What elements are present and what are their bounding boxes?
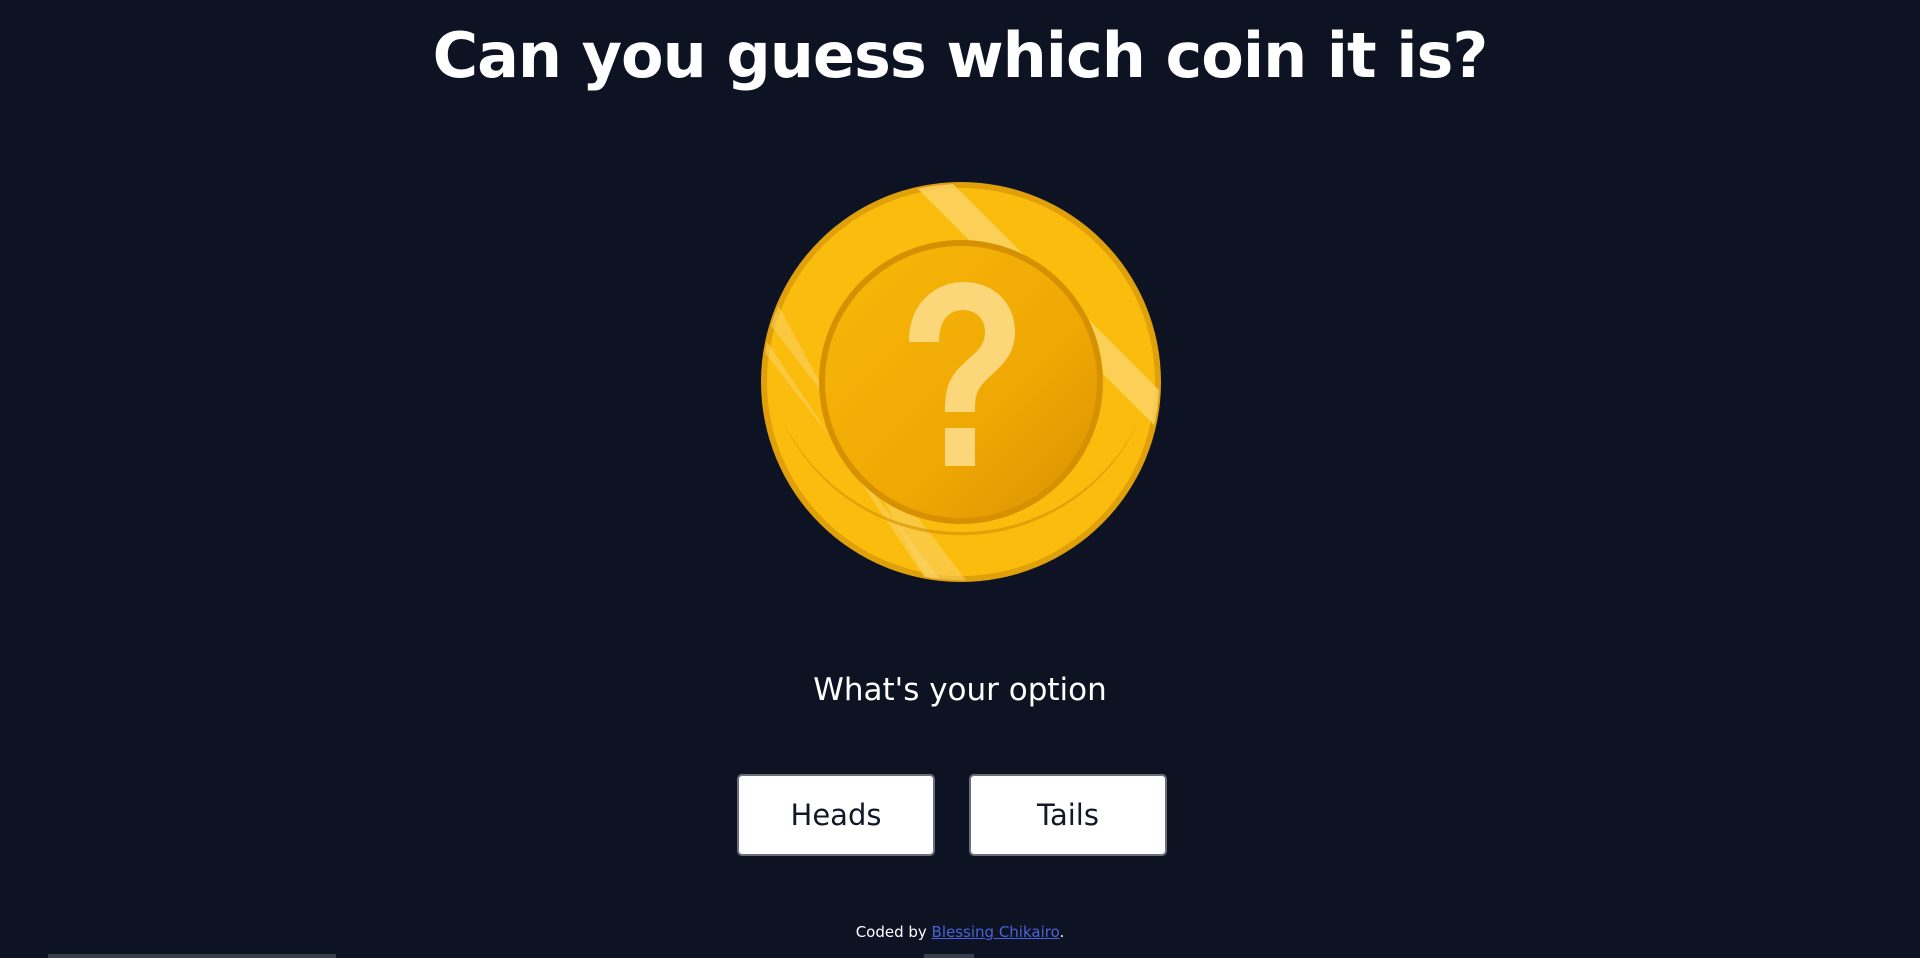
- page-title: Can you guess which coin it is?: [432, 19, 1489, 92]
- coin-image: [759, 180, 1163, 584]
- footer-suffix: .: [1059, 923, 1065, 941]
- footer-prefix: Coded by: [855, 923, 932, 941]
- option-prompt: What's your option: [813, 672, 1107, 708]
- tails-button[interactable]: Tails: [969, 774, 1167, 856]
- coin-guess-page: Can you guess which coin it is? What's y…: [0, 0, 1920, 958]
- scrollbar-marker: [924, 954, 974, 958]
- footer-credit: Coded by Blessing Chikairo.: [0, 921, 1920, 943]
- heads-button[interactable]: Heads: [737, 774, 935, 856]
- scrollbar-track: [48, 954, 336, 958]
- question-mark-coin-icon: [761, 182, 1161, 582]
- author-link[interactable]: Blessing Chikairo: [932, 923, 1060, 941]
